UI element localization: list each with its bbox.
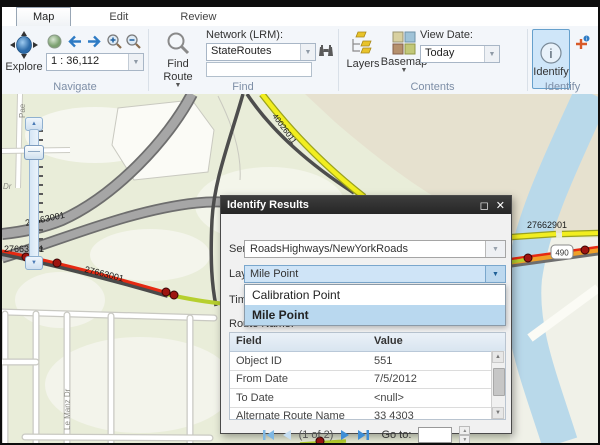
next-page-icon[interactable] xyxy=(340,429,350,441)
attributes-table: Field Value Object ID 551 From Date 7/5/… xyxy=(229,332,506,420)
service-combobox[interactable]: RoadsHighways/NewYorkRoads ▼ xyxy=(244,240,506,258)
table-row[interactable]: Alternate Route Name 33 4303 xyxy=(230,408,505,421)
mile-point xyxy=(524,254,532,262)
back-arrow-icon[interactable] xyxy=(66,33,83,50)
spinner-up-icon[interactable]: ▲ xyxy=(459,426,470,435)
group-label-find: Find xyxy=(148,81,338,93)
network-lrm-label: Network (LRM): xyxy=(206,29,283,41)
mile-point xyxy=(53,259,61,267)
layers-tree-icon xyxy=(350,31,376,57)
page-status: (1 of 2) xyxy=(299,429,334,441)
mile-point xyxy=(162,288,170,296)
table-row[interactable]: From Date 7/5/2012 xyxy=(230,371,505,390)
view-date-dropdown-arrow-icon[interactable]: ▼ xyxy=(484,46,499,62)
basemap-tiles-icon xyxy=(392,31,416,55)
identify-route-location-icon[interactable]: i xyxy=(574,35,591,52)
forward-arrow-icon[interactable] xyxy=(86,33,103,50)
layer-dropdown-list: Calibration Point Mile Point xyxy=(244,284,506,326)
view-date-label: View Date: xyxy=(420,29,473,41)
scrollbar-thumb[interactable] xyxy=(493,368,505,396)
tab-review[interactable]: Review xyxy=(166,7,230,26)
zoom-out-icon[interactable] xyxy=(125,33,142,50)
mile-point xyxy=(170,291,178,299)
group-label-contents: Contents xyxy=(338,81,527,93)
dialog-title: Identify Results xyxy=(227,199,473,211)
binoculars-find-icon[interactable] xyxy=(318,43,335,60)
map-scale-combobox[interactable]: 1 : 36,112 ▼ xyxy=(46,53,144,71)
zoom-slider-down-button[interactable]: ▼ xyxy=(25,256,43,270)
full-extent-globe-icon[interactable] xyxy=(46,33,63,50)
group-label-navigate: Navigate xyxy=(2,81,148,93)
identify-results-dialog: Identify Results ◻ ✕ Service: RoadsHighw… xyxy=(220,195,512,434)
spinner-down-icon[interactable]: ▼ xyxy=(459,435,470,444)
mile-point xyxy=(581,246,589,254)
first-page-icon[interactable] xyxy=(262,429,275,441)
street-label: Pae xyxy=(18,103,27,118)
svg-text:490: 490 xyxy=(555,249,569,258)
dialog-titlebar[interactable]: Identify Results ◻ ✕ xyxy=(221,196,511,214)
network-lrm-combobox[interactable]: StateRoutes ▼ xyxy=(206,43,316,61)
goto-spinner: ▲ ▼ xyxy=(459,426,470,444)
goto-page-input[interactable] xyxy=(418,427,452,443)
tab-edit[interactable]: Edit xyxy=(95,7,142,26)
ribbon: Explore 1 : 36,112 ▼ Navigate xyxy=(2,26,598,95)
map-zoom-slider: ▲ ▼ xyxy=(24,117,44,277)
network-dropdown-arrow-icon[interactable]: ▼ xyxy=(300,44,315,60)
dropdown-option-mile-point[interactable]: Mile Point xyxy=(245,305,505,325)
close-icon[interactable]: ✕ xyxy=(496,199,505,212)
street-label: Dr xyxy=(3,182,12,191)
table-row[interactable]: To Date <null> xyxy=(230,389,505,408)
goto-label: Go to: xyxy=(381,429,411,441)
maximize-icon[interactable]: ◻ xyxy=(480,199,489,212)
identify-button[interactable]: i Identify xyxy=(532,29,570,89)
route-label: 27662901 xyxy=(527,220,567,230)
layers-button[interactable]: Layers xyxy=(346,31,380,70)
basemap-button[interactable]: Basemap ▼ xyxy=(384,31,424,73)
service-dropdown-arrow-icon[interactable]: ▼ xyxy=(485,241,505,257)
table-header: Field Value xyxy=(230,333,505,352)
group-label-identify: Identify xyxy=(527,81,598,93)
highway-shield-490: 490 xyxy=(551,245,573,259)
scrollbar-up-icon[interactable]: ▲ xyxy=(492,351,504,363)
previous-page-icon[interactable] xyxy=(282,429,292,441)
basemap-dropdown-caret-icon: ▼ xyxy=(401,68,408,73)
scrollbar-down-icon[interactable]: ▼ xyxy=(492,407,504,419)
last-page-icon[interactable] xyxy=(357,429,370,441)
find-route-value-input[interactable] xyxy=(206,62,312,77)
svg-text:i: i xyxy=(550,46,553,61)
zoom-in-icon[interactable] xyxy=(106,33,123,50)
table-row[interactable]: Object ID 551 xyxy=(230,352,505,371)
layer-dropdown-arrow-icon[interactable]: ▼ xyxy=(485,266,505,282)
ribbon-tab-bar: Map Edit Review xyxy=(2,7,598,27)
street-label: Le Manz Dr xyxy=(63,388,72,430)
scale-dropdown-arrow-icon[interactable]: ▼ xyxy=(128,54,143,70)
dropdown-option-calibration-point[interactable]: Calibration Point xyxy=(245,285,505,305)
svg-text:i: i xyxy=(586,37,587,43)
find-route-magnifier-icon xyxy=(165,31,191,57)
application-window: Map Edit Review Explore xyxy=(0,0,600,445)
tab-map[interactable]: Map xyxy=(16,7,71,26)
explore-button[interactable]: Explore xyxy=(6,30,42,73)
explore-pan-icon xyxy=(9,30,39,60)
view-date-combobox[interactable]: Today ▼ xyxy=(420,45,500,63)
table-scrollbar[interactable]: ▲ ▼ xyxy=(491,351,505,419)
zoom-slider-handle[interactable] xyxy=(24,145,44,160)
results-pager: (1 of 2) Go to: ▲ ▼ xyxy=(221,426,511,444)
layer-combobox[interactable]: Mile Point ▼ xyxy=(244,265,506,283)
identify-info-icon: i xyxy=(539,41,563,65)
find-route-button[interactable]: Find Route ▼ xyxy=(156,31,200,88)
